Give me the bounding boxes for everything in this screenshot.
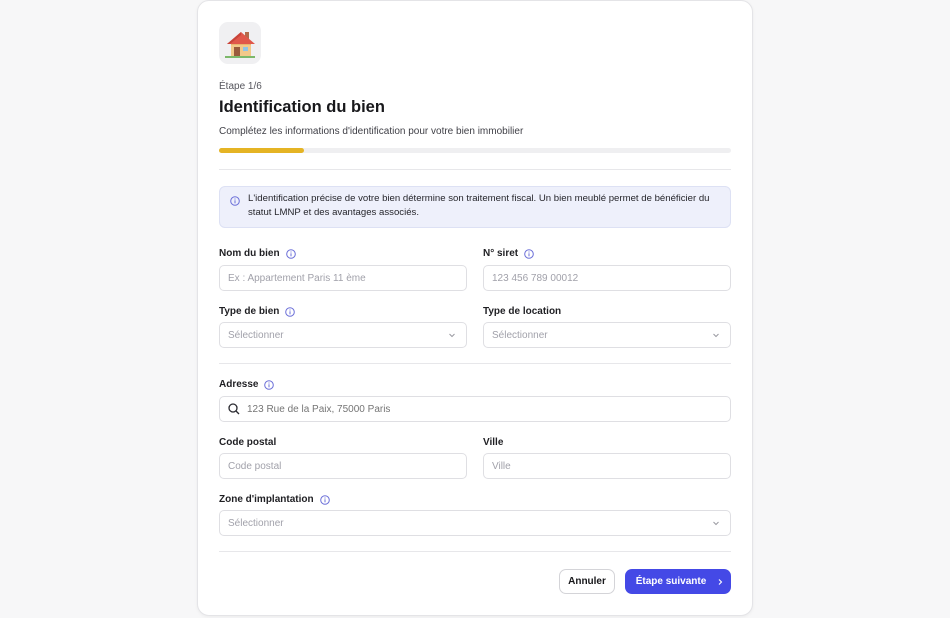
type-location-select-value: Sélectionner [492, 329, 548, 341]
page-title: Identification du bien [219, 98, 385, 116]
search-icon [228, 403, 240, 415]
type-bien-select-value: Sélectionner [228, 329, 284, 341]
page-subtitle: Complétez les informations d'identificat… [219, 126, 524, 137]
info-icon[interactable] [285, 306, 296, 317]
cancel-button-label: Annuler [568, 576, 606, 587]
adresse-label-text: Adresse [219, 379, 259, 390]
zone-label-text: Zone d'implantation [219, 494, 314, 505]
info-icon[interactable] [319, 494, 330, 505]
type-bien-label-text: Type de bien [219, 306, 280, 317]
divider [219, 169, 731, 170]
chevron-down-icon [448, 331, 456, 342]
zone-select-value: Sélectionner [228, 517, 284, 529]
chevron-down-icon [712, 519, 720, 530]
nom-bien-label: Nom du bien [219, 248, 296, 259]
step-card: Étape 1/6 Identification du bien Complét… [197, 0, 753, 616]
cancel-button[interactable]: Annuler [559, 569, 615, 594]
type-location-label: Type de location [483, 306, 561, 317]
house-icon [225, 32, 255, 58]
type-location-label-text: Type de location [483, 306, 562, 317]
next-step-button-label: Étape suivante [635, 576, 707, 587]
divider [219, 363, 731, 364]
info-notice: L'identification précise de votre bien d… [219, 186, 731, 228]
chevron-down-icon [712, 331, 720, 342]
info-icon [230, 196, 240, 211]
info-notice-text: L'identification précise de votre bien d… [248, 193, 710, 218]
info-icon[interactable] [264, 379, 275, 390]
nom-bien-label-text: Nom du bien [219, 248, 280, 259]
progress-bar-fill [219, 148, 305, 153]
type-bien-select[interactable]: Sélectionner [219, 322, 467, 348]
ville-label: Ville [483, 437, 503, 448]
type-bien-label: Type de bien [219, 306, 296, 317]
house-icon-tile [219, 22, 261, 64]
code-postal-label-text: Code postal [219, 437, 277, 448]
code-postal-label: Code postal [219, 437, 276, 448]
code-postal-input[interactable] [219, 453, 467, 479]
step-indicator: Étape 1/6 [219, 81, 262, 92]
zone-select[interactable]: Sélectionner [219, 510, 731, 536]
siret-input[interactable] [483, 265, 731, 291]
divider [219, 551, 731, 552]
progress-bar [219, 148, 731, 153]
siret-label-text: N° siret [483, 248, 519, 259]
adresse-search-field[interactable] [219, 396, 731, 422]
info-icon[interactable] [285, 248, 296, 259]
adresse-label: Adresse [219, 379, 275, 390]
zone-label: Zone d'implantation [219, 494, 330, 505]
info-icon[interactable] [524, 248, 534, 259]
type-location-select[interactable]: Sélectionner [483, 322, 731, 348]
ville-label-text: Ville [483, 437, 504, 448]
nom-bien-input[interactable] [219, 265, 467, 291]
next-step-button[interactable]: Étape suivante [625, 569, 731, 594]
siret-label: N° siret [483, 248, 534, 259]
ville-input[interactable] [483, 453, 731, 479]
chevron-right-icon [716, 578, 724, 586]
adresse-input[interactable] [247, 403, 722, 415]
